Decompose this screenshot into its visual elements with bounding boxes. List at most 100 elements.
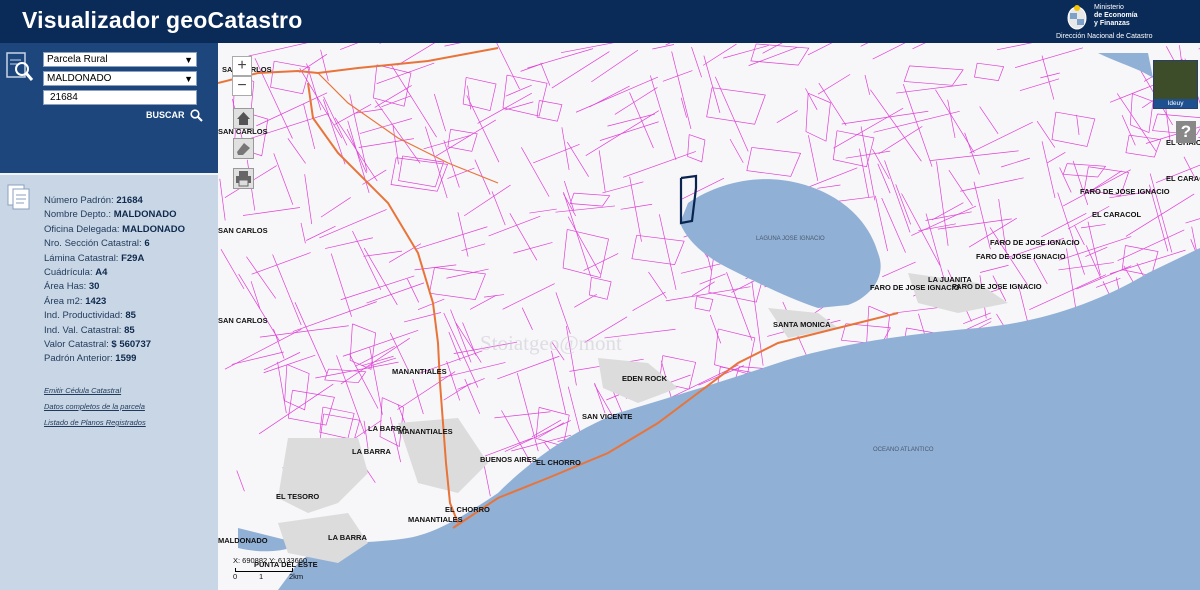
place-label: EDEN ROCK [622, 374, 668, 383]
info-value: 85 [125, 310, 136, 322]
info-label: Lámina Catastral: [44, 252, 119, 264]
info-label: Número Padrón: [44, 195, 114, 206]
info-label: Oficina Delegada: [44, 223, 120, 235]
search-button-label: BUSCAR [146, 109, 185, 120]
place-label: OCEANO ATLANTICO [873, 447, 934, 453]
place-label: FARO DE JOSE IGNACIO [990, 238, 1080, 247]
place-label: EL CHORRO [536, 458, 581, 467]
place-label: LA BARRA [368, 424, 407, 433]
info-value: A4 [95, 267, 108, 278]
info-row: Valor Catastral: $ 560737 [44, 339, 151, 350]
search-icon [190, 109, 203, 122]
info-row: Nombre Depto.: MALDONADO [44, 209, 177, 220]
place-label: SAN CARLOS [218, 226, 268, 235]
info-label: Ind. Productividad: [44, 310, 123, 322]
chevron-down-icon: ▼ [184, 55, 193, 65]
place-label: LAGUNA JOSE IGNACIO [756, 236, 825, 242]
place-label: SAN CARLOS [218, 316, 268, 325]
scale-label-0: 0 [233, 572, 238, 581]
info-row: Ind. Productividad: 85 [44, 310, 136, 321]
zoom-out-button[interactable]: − [232, 76, 252, 96]
info-value: 30 [88, 281, 100, 293]
coordinate-readout: X: 690882 Y: 6133660 [233, 556, 308, 565]
parcel-type-value: Parcela Rural [47, 54, 108, 65]
info-label: Cuádrícula: [44, 267, 93, 278]
documents-icon [7, 184, 30, 210]
place-label: EL CARACOL [1166, 174, 1200, 183]
zoom-in-button[interactable]: + [232, 56, 252, 76]
ministry-department: Dirección Nacional de Catastro [1056, 33, 1153, 40]
place-label: MANANTIALES [408, 515, 463, 524]
home-button[interactable] [233, 108, 254, 129]
info-value: $ 560737 [111, 339, 152, 350]
document-search-icon [6, 52, 34, 81]
info-row: Número Padrón: 21684 [44, 195, 143, 206]
scale-label-1: 1 [259, 572, 264, 581]
info-value: 6 [144, 238, 150, 250]
info-row: Área Has: 30 [44, 281, 99, 292]
help-button[interactable]: ? [1176, 121, 1196, 143]
info-value: 85 [124, 324, 135, 336]
parcel-type-select[interactable]: Parcela Rural ▼ [43, 52, 197, 67]
place-label: FARO DE JOSE IGNACIO [870, 283, 960, 292]
parcel-info-panel: Número Padrón: 21684 Nombre Depto.: MALDO… [0, 173, 218, 590]
map-view[interactable]: SAN CARLOS SAN CARLOS SAN CARLOS SAN CARLOS… [218, 43, 1200, 590]
place-label: LA BARRA [352, 447, 391, 456]
info-value: 21684 [116, 195, 143, 206]
info-value: 1599 [115, 353, 137, 365]
info-label: Nro. Sección Catastral: [44, 238, 142, 250]
chevron-down-icon: ▼ [184, 74, 193, 84]
eraser-button[interactable] [233, 138, 254, 159]
padron-input[interactable]: 21684 [43, 90, 197, 105]
print-button[interactable] [233, 168, 254, 189]
scale-label-2: 2km [289, 572, 304, 581]
info-label: Ind. Val. Catastral: [44, 324, 122, 336]
department-select[interactable]: MALDONADO ▼ [43, 71, 197, 86]
eraser-icon [237, 143, 250, 155]
ministry-line-3: y Finanzas [1094, 20, 1130, 27]
info-label: Nombre Depto.: [44, 209, 112, 221]
scale-bar: 0 1 2km [229, 568, 319, 585]
watermark: Stoiatgeo@mont [480, 331, 622, 355]
info-value: F29A [121, 252, 145, 264]
search-button[interactable]: BUSCAR [146, 109, 203, 122]
place-label: EL CARACOL [1092, 210, 1142, 219]
info-link[interactable]: Listado de Planos Registrados [44, 418, 146, 427]
ministry-logo: Ministerio de Economía y Finanzas Direcc… [1056, 2, 1186, 42]
info-value: MALDONADO [122, 223, 185, 235]
place-label: FARO DE JOSE IGNACIO [976, 252, 1066, 261]
place-label: FARO DE JOSE IGNACIO [952, 282, 1042, 291]
info-row: Área m2: 1423 [44, 296, 106, 307]
ministry-line-1: Ministerio [1094, 4, 1124, 11]
info-row: Padrón Anterior: 1599 [44, 353, 136, 364]
info-label: Área Has: [44, 281, 87, 293]
place-label: SANTA MONICA [773, 320, 831, 329]
info-row: Oficina Delegada: MALDONADO [44, 224, 185, 235]
place-label: BUENOS AIRES [480, 455, 537, 464]
coat-of-arms-icon [1067, 5, 1087, 30]
department-value: MALDONADO [47, 73, 112, 84]
info-link[interactable]: Datos completos de la parcela [44, 402, 145, 411]
info-link[interactable]: Emitir Cédula Catastral [44, 386, 121, 395]
info-label: Padrón Anterior: [44, 353, 113, 365]
info-label: Valor Catastral: [44, 339, 109, 350]
info-label: Área m2: [44, 295, 83, 307]
app-header: Visualizador geoCatastro Ministerio de E… [0, 0, 1200, 43]
info-row: Cuádrícula: A4 [44, 267, 107, 278]
base-layer-switcher[interactable]: Ideuy [1153, 60, 1198, 109]
scale-bar-line [235, 568, 293, 572]
map-canvas[interactable] [218, 43, 1200, 590]
info-row: Nro. Sección Catastral: 6 [44, 238, 150, 249]
place-label: EL CHORRO [445, 505, 490, 514]
ministry-line-2: de Economía [1094, 12, 1138, 19]
place-label: FARO DE JOSE IGNACIO [1080, 187, 1170, 196]
search-panel: Parcela Rural ▼ MALDONADO ▼ 21684 BUSCAR [0, 43, 218, 173]
place-label: MANANTIALES [392, 367, 447, 376]
info-value: 1423 [85, 295, 107, 307]
app-title: Visualizador geoCatastro [22, 7, 303, 33]
printer-icon [236, 171, 251, 187]
place-label: EL TESORO [276, 492, 320, 501]
home-icon [237, 112, 250, 125]
base-layer-label: Ideuy [1154, 99, 1197, 108]
info-row: Ind. Val. Catastral: 85 [44, 325, 135, 336]
